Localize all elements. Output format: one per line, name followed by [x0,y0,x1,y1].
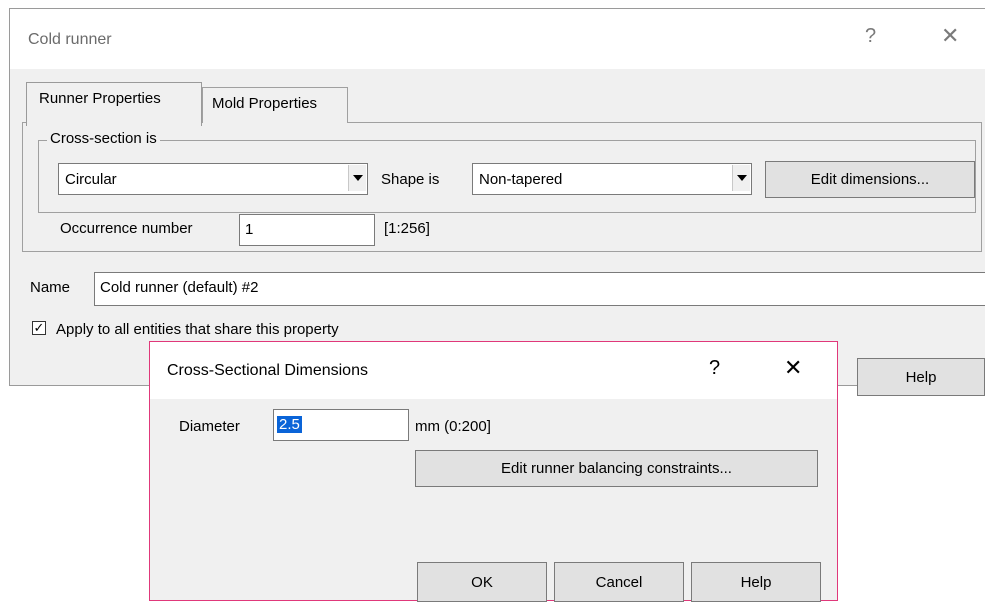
help-button[interactable]: Help [857,358,985,396]
name-label: Name [30,279,71,296]
tab-mold-properties[interactable]: Mold Properties [202,87,348,123]
cross-section-group-label: Cross-section is [47,130,160,147]
ok-button[interactable]: OK [417,562,547,602]
close-icon[interactable]: ✕ [941,23,959,49]
dropdown-button[interactable] [348,165,366,191]
dialog-title: Cold runner [28,31,112,48]
cancel-button[interactable]: Cancel [554,562,684,602]
chevron-down-icon [737,175,747,181]
occurrence-label: Occurrence number [60,220,193,237]
close-icon[interactable]: ✕ [784,355,802,381]
edit-runner-balancing-button[interactable]: Edit runner balancing constraints... [415,450,818,487]
apply-checkbox-label[interactable]: Apply to all entities that share this pr… [56,321,339,338]
shape-value: Non-tapered [479,171,563,188]
cross-section-value: Circular [65,171,117,188]
name-input[interactable]: Cold runner (default) #2 [94,272,985,306]
dropdown-button[interactable] [732,165,750,191]
diameter-input[interactable]: 2.5 [273,409,409,441]
occurrence-range: [1:256] [384,220,430,237]
modal-title: Cross-Sectional Dimensions [167,362,368,379]
chevron-down-icon [353,175,363,181]
help-button[interactable]: Help [691,562,821,602]
diameter-value: 2.5 [277,416,302,433]
apply-checkbox[interactable]: ✓ [32,321,46,335]
occurrence-input[interactable]: 1 [239,214,375,246]
cross-section-select[interactable]: Circular [58,163,368,195]
title-bar [10,9,985,69]
diameter-label: Diameter [179,418,240,435]
help-icon[interactable]: ? [709,357,720,380]
help-icon[interactable]: ? [865,25,876,48]
diameter-unit: mm (0:200] [415,418,491,435]
shape-select[interactable]: Non-tapered [472,163,752,195]
shape-label: Shape is [381,171,440,188]
cold-runner-dialog: Cold runner ? ✕ Runner Properties Mold P… [9,8,985,396]
edit-dimensions-button[interactable]: Edit dimensions... [765,161,975,198]
cross-sectional-dimensions-dialog: Cross-Sectional Dimensions ? ✕ Diameter … [149,341,838,602]
tab-runner-properties[interactable]: Runner Properties [26,82,202,126]
